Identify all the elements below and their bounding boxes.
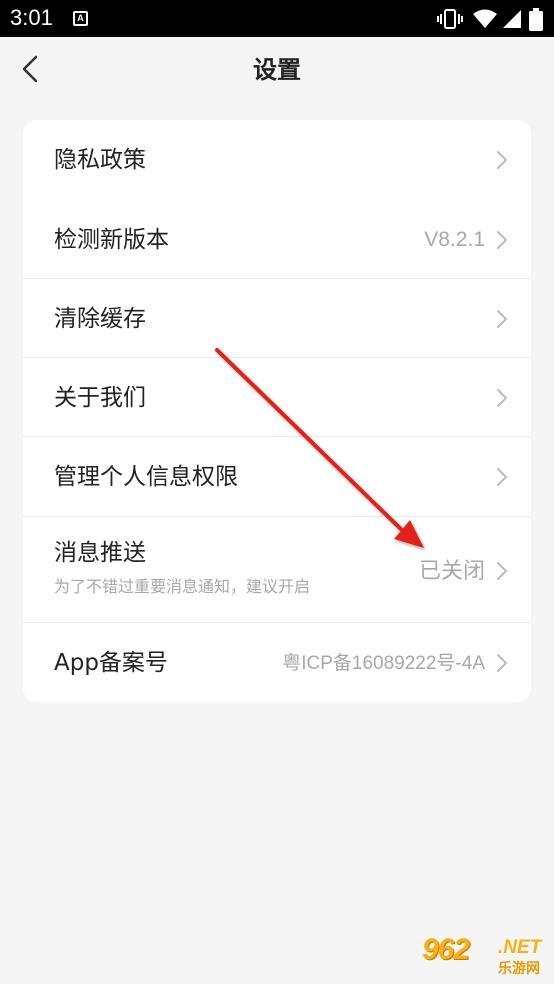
setting-clear-cache[interactable]: 清除缓存	[23, 279, 531, 358]
setting-app-registration[interactable]: App备案号 粤ICP备16089222号-4A	[23, 623, 531, 702]
setting-label: 管理个人信息权限	[54, 464, 238, 490]
setting-about-us[interactable]: 关于我们	[23, 358, 531, 437]
signal-icon	[503, 10, 521, 28]
page-title: 设置	[253, 56, 301, 84]
wifi-icon	[473, 9, 497, 28]
chevron-right-icon	[497, 231, 507, 249]
push-status-value: 已关闭	[418, 558, 485, 583]
watermark-main: 962	[422, 933, 470, 966]
setting-label: 隐私政策	[54, 147, 146, 173]
chevron-right-icon	[497, 151, 507, 169]
setting-check-version[interactable]: 检测新版本 V8.2.1	[23, 200, 531, 279]
chevron-right-icon	[497, 468, 507, 486]
notification-a-icon: A	[73, 11, 88, 26]
settings-card: 隐私政策 检测新版本 V8.2.1 清除缓存 关于我们 管理个人信息权限 消息推…	[23, 120, 531, 702]
setting-label: 关于我们	[54, 385, 146, 411]
page-header: 设置	[0, 37, 554, 103]
setting-label: App备案号	[54, 650, 168, 676]
setting-label: 消息推送	[54, 540, 146, 566]
watermark-sub: 乐游网	[498, 961, 540, 977]
setting-privacy-policy[interactable]: 隐私政策	[23, 120, 531, 200]
chevron-right-icon	[497, 310, 507, 328]
status-bar: 3:01 A	[0, 0, 554, 37]
registration-number-value: 粤ICP备16089222号-4A	[282, 653, 485, 674]
setting-label: 清除缓存	[54, 306, 146, 332]
chevron-right-icon	[497, 562, 507, 580]
setting-push-notifications[interactable]: 消息推送 为了不错过重要消息通知，建议开启 已关闭	[23, 517, 531, 623]
chevron-right-icon	[497, 389, 507, 407]
vibrate-icon	[437, 9, 463, 29]
setting-label: 检测新版本	[54, 227, 169, 253]
setting-sublabel: 为了不错过重要消息通知，建议开启	[54, 577, 311, 596]
version-value: V8.2.1	[424, 228, 485, 251]
watermark-suffix: .NET	[498, 937, 542, 958]
status-time: 3:01	[10, 5, 53, 30]
battery-icon	[529, 8, 543, 31]
chevron-right-icon	[497, 654, 507, 672]
setting-personal-info-permissions[interactable]: 管理个人信息权限	[23, 437, 531, 517]
watermark-logo: 962 .NET 乐游网	[418, 933, 550, 979]
